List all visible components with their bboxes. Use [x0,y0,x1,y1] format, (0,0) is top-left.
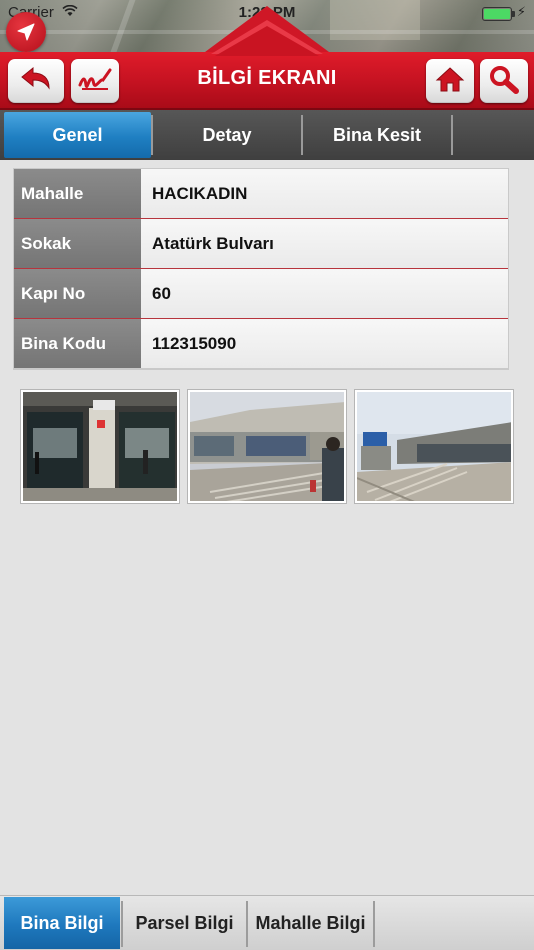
back-button[interactable] [8,59,64,103]
row-label: Bina Kodu [14,319,141,368]
tab-divider [451,115,453,155]
bottom-tab-bar: Bina Bilgi Parsel Bilgi Mahalle Bilgi [0,895,534,950]
wifi-icon [62,4,78,21]
tab-bina-kesit[interactable]: Bina Kesit [303,112,451,158]
table-row: Bina Kodu 112315090 [14,319,508,369]
photo-thumbnail-2[interactable] [187,389,347,504]
tab-detay[interactable]: Detay [153,112,301,158]
photo-thumbnail-1[interactable] [20,389,180,504]
signature-button[interactable] [71,59,119,103]
search-button[interactable] [480,59,528,103]
top-tab-bar: Genel Detay Bina Kesit [0,110,534,160]
tab-divider [373,901,375,947]
home-button[interactable] [426,59,474,103]
search-icon [488,64,520,99]
row-label: Kapı No [14,269,141,318]
tab-mahalle-bilgi[interactable]: Mahalle Bilgi [248,897,373,949]
table-row: Mahalle HACIKADIN [14,169,508,219]
battery-icon [482,7,515,21]
tab-parsel-bilgi[interactable]: Parsel Bilgi [123,897,246,949]
table-row: Sokak Atatürk Bulvarı [14,219,508,269]
row-label: Sokak [14,219,141,268]
tab-genel[interactable]: Genel [4,112,151,158]
map-block [330,0,420,40]
table-row: Kapı No 60 [14,269,508,319]
photo-gallery [20,389,516,505]
map-road [110,0,136,52]
row-label: Mahalle [14,169,141,218]
home-icon [435,65,465,98]
back-arrow-icon [19,65,53,98]
charging-icon: ⚡ [516,4,526,19]
tab-bina-bilgi[interactable]: Bina Bilgi [4,897,120,949]
info-table: Mahalle HACIKADIN Sokak Atatürk Bulvarı … [13,168,509,370]
row-value: 112315090 [141,319,508,368]
location-arrow-icon[interactable] [6,12,46,52]
row-value: Atatürk Bulvarı [141,219,508,268]
photo-thumbnail-3[interactable] [354,389,514,504]
row-value: 60 [141,269,508,318]
header-notch-inner [215,26,319,56]
signature-icon [77,65,113,98]
row-value: HACIKADIN [141,169,508,218]
